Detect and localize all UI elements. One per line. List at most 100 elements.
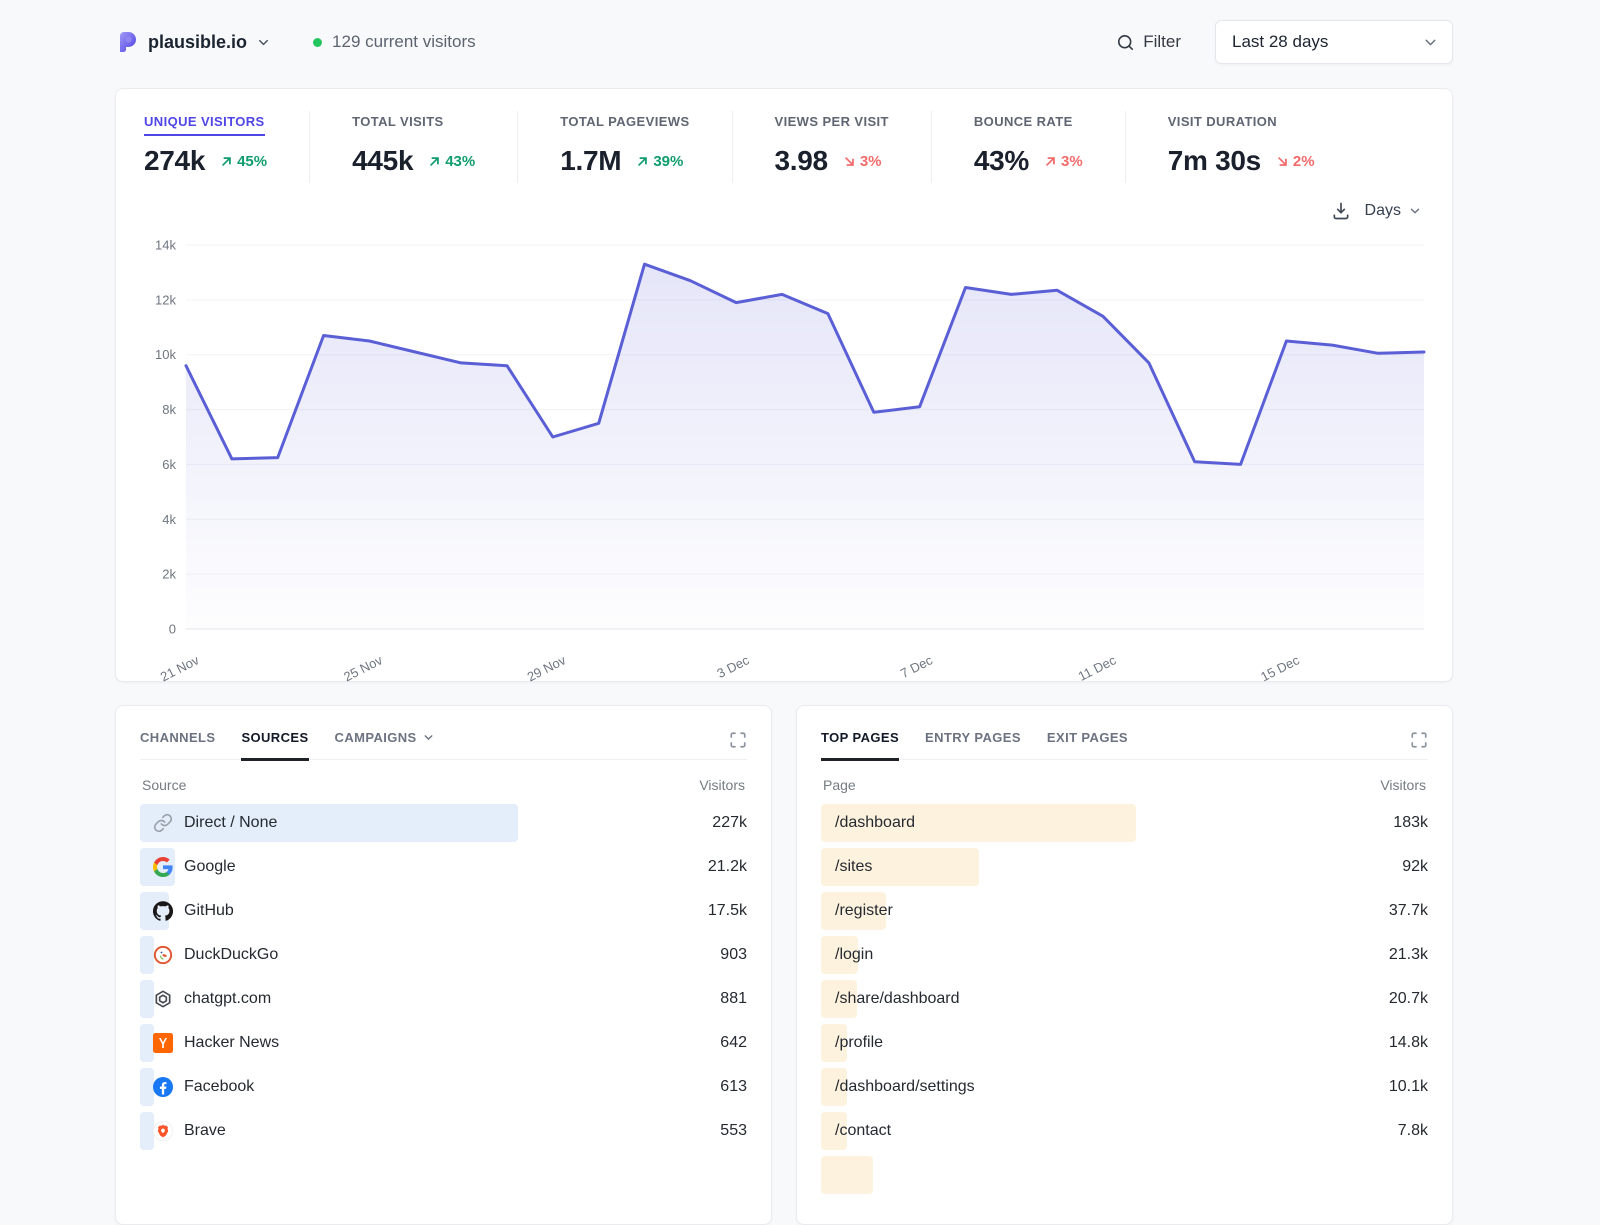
page-row[interactable]: /register37.7k — [821, 892, 1428, 930]
bottom-row: CHANNELSSOURCESCAMPAIGNS Source Visitors… — [115, 705, 1453, 1225]
trend-down-icon — [842, 154, 857, 169]
tab-entry-pages[interactable]: ENTRY PAGES — [925, 730, 1021, 761]
stat-change: 39% — [635, 153, 683, 170]
top-bar: plausible.io 129 current visitors Filter… — [115, 18, 1453, 66]
chevron-down-icon — [422, 731, 435, 744]
page-row[interactable]: /dashboard/settings 10.1k — [821, 1068, 1428, 1106]
visitors-value: 881 — [665, 990, 747, 1008]
source-label: Direct / None — [184, 814, 277, 832]
filter-label: Filter — [1143, 32, 1181, 52]
stat-change: 43% — [427, 153, 475, 170]
tab-top-pages[interactable]: TOP PAGES — [821, 730, 899, 761]
source-bar — [140, 980, 154, 1018]
stat-views-per-visit[interactable]: VIEWS PER VISIT3.983% — [732, 111, 931, 183]
expand-icon[interactable] — [729, 730, 747, 749]
source-label: chatgpt.com — [184, 990, 271, 1008]
svg-text:14k: 14k — [155, 238, 176, 253]
top-bar-right: Filter Last 28 days — [1116, 20, 1453, 64]
svg-text:15 Dec: 15 Dec — [1258, 652, 1302, 683]
facebook-icon — [153, 1077, 173, 1097]
stat-bounce-rate[interactable]: BOUNCE RATE 43% 3% — [931, 111, 1125, 183]
page-row[interactable]: /contact7.8k — [821, 1112, 1428, 1150]
plausible-logo-icon — [115, 30, 139, 54]
date-range-select[interactable]: Last 28 days — [1215, 20, 1453, 64]
svg-text:3 Dec: 3 Dec — [714, 652, 752, 681]
interval-select[interactable]: Days — [1365, 202, 1422, 220]
stat-label: UNIQUE VISITORS — [144, 114, 265, 136]
chart-area: 02k4k6k8k10k12k14k21 Nov25 Nov29 Nov3 De… — [140, 231, 1428, 688]
trend-up-icon — [635, 154, 650, 169]
source-row[interactable]: Brave553 — [140, 1112, 747, 1150]
column-page: Page — [823, 777, 856, 793]
trend-down-icon — [1275, 154, 1290, 169]
svg-text:8k: 8k — [162, 402, 176, 417]
visitors-card: UNIQUE VISITORS274k45%TOTAL VISITS445k43… — [115, 88, 1453, 682]
stat-total-visits[interactable]: TOTAL VISITS445k43% — [309, 111, 517, 183]
svg-text:25 Nov: 25 Nov — [341, 652, 385, 683]
stat-value: 3.98 — [775, 145, 828, 177]
source-row[interactable]: Hacker News 642 — [140, 1024, 747, 1062]
tab-campaigns[interactable]: CAMPAIGNS — [335, 730, 435, 761]
stat-unique-visitors[interactable]: UNIQUE VISITORS274k45% — [140, 111, 309, 183]
stat-label: BOUNCE RATE — [974, 114, 1073, 136]
source-label: Facebook — [184, 1078, 254, 1096]
stat-visit-duration[interactable]: VISIT DURATION7m 30s2% — [1125, 111, 1357, 183]
source-row[interactable]: Google21.2k — [140, 848, 747, 886]
source-row[interactable]: Facebook613 — [140, 1068, 747, 1106]
page-row[interactable]: /profile14.8k — [821, 1024, 1428, 1062]
filter-button[interactable]: Filter — [1116, 32, 1181, 52]
source-bar — [140, 1024, 154, 1062]
pages-column-headers: Page Visitors — [823, 777, 1426, 793]
visitors-chart: 02k4k6k8k10k12k14k21 Nov25 Nov29 Nov3 De… — [140, 231, 1430, 683]
source-row[interactable]: GitHub17.5k — [140, 892, 747, 930]
source-bar — [140, 936, 154, 974]
stats-row: UNIQUE VISITORS274k45%TOTAL VISITS445k43… — [140, 111, 1428, 183]
visitors-value: 92k — [1346, 858, 1428, 876]
visitors-value: 642 — [665, 1034, 747, 1052]
page-row[interactable]: /sites92k — [821, 848, 1428, 886]
download-icon[interactable] — [1331, 201, 1351, 221]
chevron-down-icon — [256, 35, 271, 50]
page-row[interactable]: /share/dashboard 20.7k — [821, 980, 1428, 1018]
brave-icon — [153, 1121, 173, 1141]
visitors-value: 10.1k — [1346, 1078, 1428, 1096]
current-visitors-label: 129 current visitors — [332, 32, 476, 52]
visitors-value: 7.8k — [1346, 1122, 1428, 1140]
duckduckgo-icon — [153, 945, 173, 965]
chatgpt-icon — [153, 989, 173, 1009]
page-row[interactable]: /dashboard183k — [821, 804, 1428, 842]
stat-total-pageviews[interactable]: TOTAL PAGEVIEWS1.7M39% — [517, 111, 731, 183]
page-label: /share/dashboard — [821, 990, 960, 1008]
svg-text:0: 0 — [169, 622, 176, 637]
source-bar — [140, 1112, 154, 1150]
visitors-value: 20.7k — [1346, 990, 1428, 1008]
link-icon — [153, 813, 173, 833]
source-label: Hacker News — [184, 1034, 279, 1052]
current-visitors[interactable]: 129 current visitors — [313, 32, 476, 52]
live-dot-icon — [313, 38, 322, 47]
visitors-value: 21.2k — [665, 858, 747, 876]
interval-value: Days — [1365, 202, 1401, 220]
chevron-down-icon — [1422, 34, 1439, 51]
page-row[interactable]: /login21.3k — [821, 936, 1428, 974]
source-row[interactable]: Direct / None227k — [140, 804, 747, 842]
source-label: DuckDuckGo — [184, 946, 278, 964]
svg-text:12k: 12k — [155, 292, 176, 307]
page-label: /dashboard/settings — [821, 1078, 975, 1096]
tab-channels[interactable]: CHANNELS — [140, 730, 215, 761]
pages-tabs: TOP PAGES ENTRY PAGES EXIT PAGES — [821, 730, 1428, 760]
svg-text:10k: 10k — [155, 347, 176, 362]
sources-card: CHANNELSSOURCESCAMPAIGNS Source Visitors… — [115, 705, 772, 1225]
page-label: /register — [821, 902, 893, 920]
stat-change: 3% — [1043, 153, 1083, 170]
sources-tabs: CHANNELS SOURCES CAMPAIGNS — [140, 730, 747, 760]
svg-text:11 Dec: 11 Dec — [1076, 652, 1119, 683]
source-row[interactable]: chatgpt.com 881 — [140, 980, 747, 1018]
site-switcher[interactable]: plausible.io — [115, 30, 271, 54]
tab-exit-pages[interactable]: EXIT PAGES — [1047, 730, 1128, 761]
expand-icon[interactable] — [1410, 730, 1428, 749]
source-row[interactable]: DuckDuckGo903 — [140, 936, 747, 974]
stat-label: VISIT DURATION — [1168, 114, 1277, 136]
tab-sources[interactable]: SOURCES — [241, 730, 308, 761]
stat-value: 43% — [974, 145, 1029, 177]
